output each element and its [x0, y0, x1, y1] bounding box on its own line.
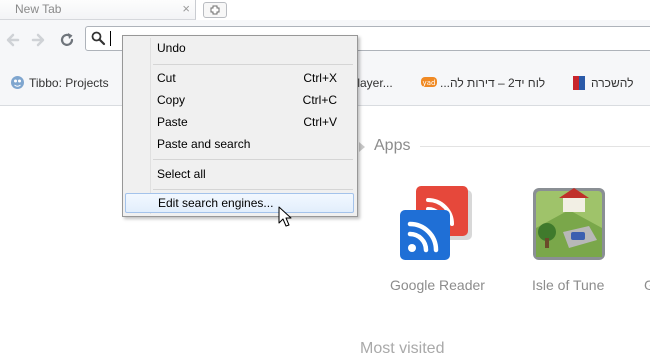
- tab-strip: New Tab ×: [0, 0, 650, 20]
- menu-item-label: Cut: [157, 71, 176, 85]
- bookmark-yad2[interactable]: לוח יד2 – דירות לה...: [440, 76, 545, 90]
- bookmark-tibbo-projects[interactable]: Tibbo: Projects: [29, 76, 109, 90]
- menu-item-undo[interactable]: Undo: [123, 38, 357, 58]
- most-visited-title[interactable]: Most visited: [360, 340, 444, 358]
- app-label-isle-of-tune[interactable]: Isle of Tune: [532, 277, 604, 293]
- tab-new-tab[interactable]: New Tab ×: [0, 0, 196, 20]
- back-icon[interactable]: [4, 31, 22, 49]
- context-menu: Undo Cut Ctrl+X Copy Ctrl+C Paste Ctrl+V…: [122, 35, 358, 217]
- tab-close-icon[interactable]: ×: [182, 1, 190, 17]
- forward-icon[interactable]: [29, 31, 47, 49]
- menu-item-label: Undo: [157, 41, 186, 55]
- menu-item-paste[interactable]: Paste Ctrl+V: [123, 112, 357, 132]
- menu-item-shortcut: Ctrl+X: [303, 71, 337, 85]
- reload-icon[interactable]: [58, 31, 76, 49]
- rent-favicon-icon: [573, 76, 585, 90]
- menu-item-shortcut: Ctrl+V: [303, 115, 337, 129]
- new-tab-button[interactable]: [203, 2, 227, 18]
- menu-item-shortcut: Ctrl+C: [302, 93, 337, 107]
- tibbo-favicon-icon: [11, 76, 24, 89]
- menu-item-paste-and-search[interactable]: Paste and search: [123, 134, 357, 154]
- plus-icon: [210, 5, 220, 15]
- menu-item-label: Paste: [157, 115, 188, 129]
- menu-item-label: Select all: [157, 167, 206, 181]
- menu-item-label: Edit search engines...: [158, 196, 274, 210]
- isle-of-tune-icon[interactable]: [533, 188, 605, 260]
- apps-section-title[interactable]: Apps: [360, 137, 410, 155]
- menu-separator: [153, 189, 353, 190]
- menu-item-edit-search-engines[interactable]: Edit search engines...: [125, 193, 354, 213]
- app-label-partial[interactable]: G: [644, 277, 650, 293]
- apps-section-title-text: Apps: [374, 137, 411, 154]
- menu-item-copy[interactable]: Copy Ctrl+C: [123, 90, 357, 110]
- menu-item-select-all[interactable]: Select all: [123, 164, 357, 184]
- app-label-google-reader[interactable]: Google Reader: [390, 277, 485, 293]
- text-caret: [110, 31, 111, 46]
- bookmark-rent[interactable]: להשכרה: [591, 76, 633, 90]
- mouse-cursor-icon: [278, 206, 292, 227]
- menu-item-cut[interactable]: Cut Ctrl+X: [123, 68, 357, 88]
- menu-item-label: Copy: [157, 93, 186, 107]
- menu-separator: [153, 64, 353, 65]
- menu-item-label: Paste and search: [157, 137, 251, 151]
- apps-divider: [420, 146, 650, 147]
- tab-title: New Tab: [15, 2, 62, 16]
- menu-separator: [153, 159, 353, 160]
- google-reader-icon[interactable]: [398, 184, 480, 264]
- svg-text:yad: yad: [423, 79, 436, 87]
- yad2-favicon-icon: yad: [421, 77, 437, 87]
- search-icon: [91, 31, 106, 46]
